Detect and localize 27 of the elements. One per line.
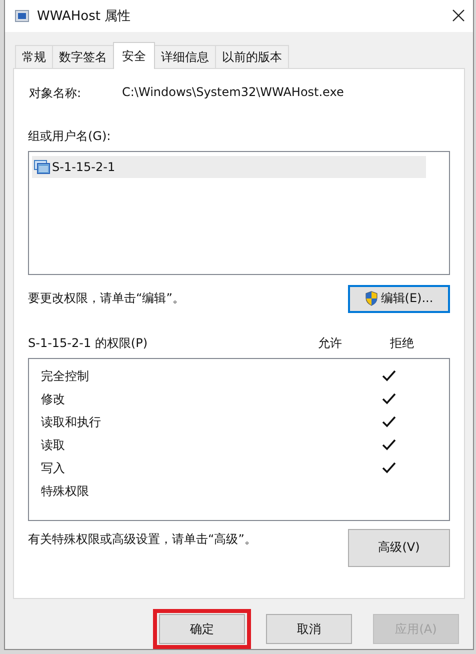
object-name-value: C:\Windows\System32\WWAHost.exe [122, 84, 344, 101]
permission-name: 完全控制 [41, 368, 90, 385]
groups-label: 组或用户名(G): [28, 128, 112, 145]
tab[interactable]: 以前的版本 [215, 44, 289, 68]
permission-name: 修改 [41, 390, 66, 408]
group-item[interactable]: S-1-15-2-1 [32, 156, 426, 178]
object-name-label: 对象名称: [29, 84, 82, 102]
allow-header: 允许 [317, 334, 343, 352]
advanced-hint: 有关特殊权限或高级设置，请单击“高级”。 [28, 530, 256, 548]
deny-header: 拒绝 [389, 334, 415, 352]
window-title: WWAHost 属性 [37, 8, 132, 25]
close-icon[interactable] [452, 9, 465, 22]
tab[interactable]: 安全 [113, 42, 155, 69]
permissions-label: S-1-15-2-1 的权限(P) [28, 334, 149, 352]
permission-name: 特殊权限 [41, 482, 90, 500]
tab[interactable]: 常规 [15, 44, 53, 68]
edit-hint: 要更改权限，请单击“编辑”。 [28, 290, 184, 308]
window-icon [15, 10, 29, 22]
dialog-button[interactable]: 确定 [159, 614, 245, 644]
advanced-button[interactable]: 高级(V) [348, 528, 450, 567]
edit-button[interactable]: 编辑(E)... [348, 284, 450, 313]
permission-name: 读取和执行 [41, 414, 102, 431]
permission-name: 读取 [41, 436, 66, 454]
shield-icon [364, 291, 378, 306]
dialog-button[interactable]: 取消 [266, 614, 352, 644]
user-group-icon [34, 160, 50, 174]
permission-name: 写入 [41, 460, 66, 477]
